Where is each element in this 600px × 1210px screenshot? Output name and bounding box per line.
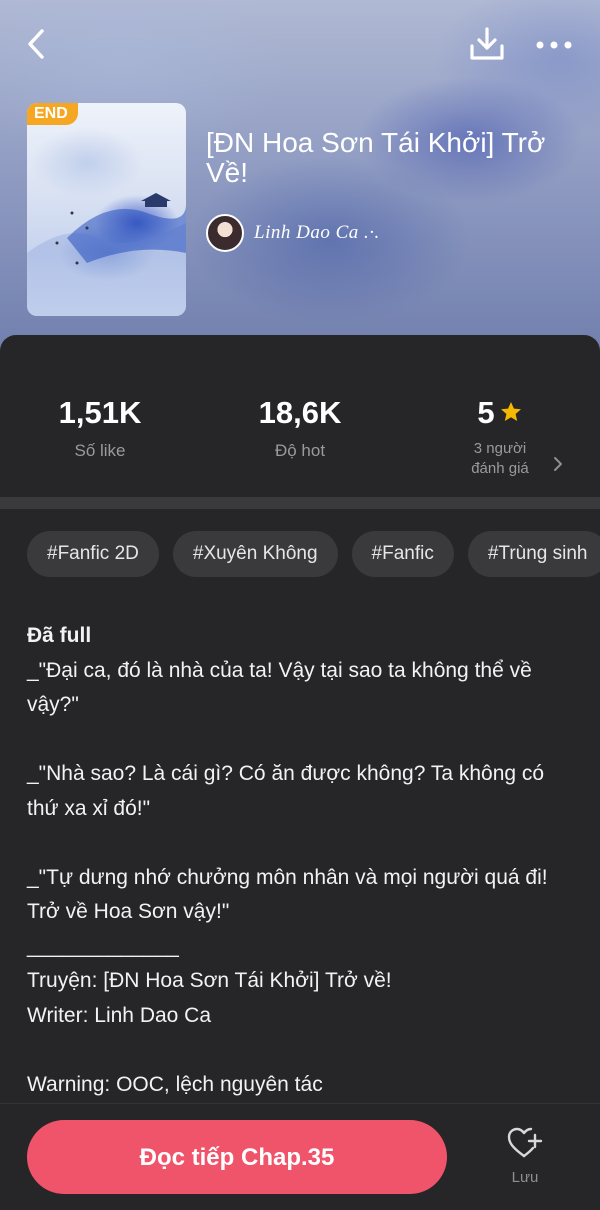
tag-list: #Fanfic 2D #Xuyên Không #Fanfic #Trùng sinh bbox=[27, 531, 600, 577]
description-line: Warning: OOC, lệch nguyên tác bbox=[27, 1072, 323, 1096]
description-line: _"Đại ca, đó là nhà của ta! Vậy tại sao … bbox=[27, 658, 538, 717]
book-title: [ĐN Hoa Sơn Tái Khởi] Trở Về! bbox=[206, 127, 546, 188]
rating-label-line2: đánh giá bbox=[471, 460, 529, 477]
tag-chip[interactable]: #Fanfic 2D bbox=[27, 531, 159, 577]
stat-hot: 18,6K Độ hot bbox=[200, 393, 400, 461]
tag-chip[interactable]: #Xuyên Không bbox=[172, 531, 338, 577]
stat-rating[interactable]: 5 3 người đánh giá bbox=[400, 393, 600, 479]
end-badge: END bbox=[27, 103, 78, 125]
info-panel: 1,51K Số like 18,6K Độ hot 5 3 người đán… bbox=[0, 335, 600, 1209]
rating-value: 5 bbox=[477, 395, 495, 430]
description-line: ​ bbox=[27, 723, 572, 758]
likes-value: 1,51K bbox=[58, 395, 142, 430]
description-line: _"Tự dưng nhớ chưởng môn nhân và mọi ngư… bbox=[27, 865, 554, 924]
description-line: ​ bbox=[27, 1033, 572, 1068]
rating-value-row: 5 bbox=[400, 393, 600, 433]
description-line: Writer: Linh Dao Ca bbox=[27, 1003, 212, 1027]
cover-art bbox=[27, 193, 186, 316]
author-avatar[interactable] bbox=[206, 214, 244, 252]
description: Đã full _"Đại ca, đó là nhà của ta! Vậy … bbox=[27, 619, 572, 1102]
book-cover[interactable]: END bbox=[27, 103, 186, 316]
rating-count-label: 3 người đánh giá bbox=[400, 439, 600, 479]
author-row[interactable]: Linh Dao Ca .·. bbox=[206, 214, 380, 252]
rating-label-line1: 3 người bbox=[473, 440, 527, 457]
description-line: _"Nhà sao? Là cái gì? Có ăn được không? … bbox=[27, 762, 550, 820]
download-icon[interactable] bbox=[468, 26, 506, 64]
tag-chip[interactable]: #Fanfic bbox=[351, 531, 454, 577]
bottom-action-bar: Đọc tiếp Chap.35 Lưu bbox=[0, 1103, 600, 1210]
tag-chip[interactable]: #Trùng sinh bbox=[467, 531, 600, 577]
chevron-right-icon[interactable] bbox=[552, 456, 564, 472]
star-icon bbox=[500, 401, 521, 421]
chevron-left-icon[interactable] bbox=[22, 26, 52, 62]
more-icon[interactable] bbox=[534, 26, 574, 64]
stat-likes: 1,51K Số like bbox=[0, 393, 200, 461]
heart-add-icon bbox=[507, 1127, 543, 1158]
save-label: Lưu bbox=[511, 1169, 539, 1186]
section-divider bbox=[0, 497, 600, 509]
likes-label: Số like bbox=[74, 441, 126, 460]
hot-label: Độ hot bbox=[274, 441, 326, 460]
save-button[interactable]: Lưu bbox=[495, 1126, 555, 1186]
hot-value: 18,6K bbox=[258, 395, 342, 430]
description-line: ​ bbox=[27, 826, 572, 861]
author-name[interactable]: Linh Dao Ca .·. bbox=[254, 222, 380, 244]
description-line: _____________ bbox=[27, 934, 179, 958]
description-line: Truyện: [ĐN Hoa Sơn Tái Khởi] Trở về! bbox=[27, 969, 392, 992]
continue-reading-button[interactable]: Đọc tiếp Chap.35 bbox=[27, 1120, 447, 1194]
completion-status: Đã full bbox=[27, 624, 92, 647]
